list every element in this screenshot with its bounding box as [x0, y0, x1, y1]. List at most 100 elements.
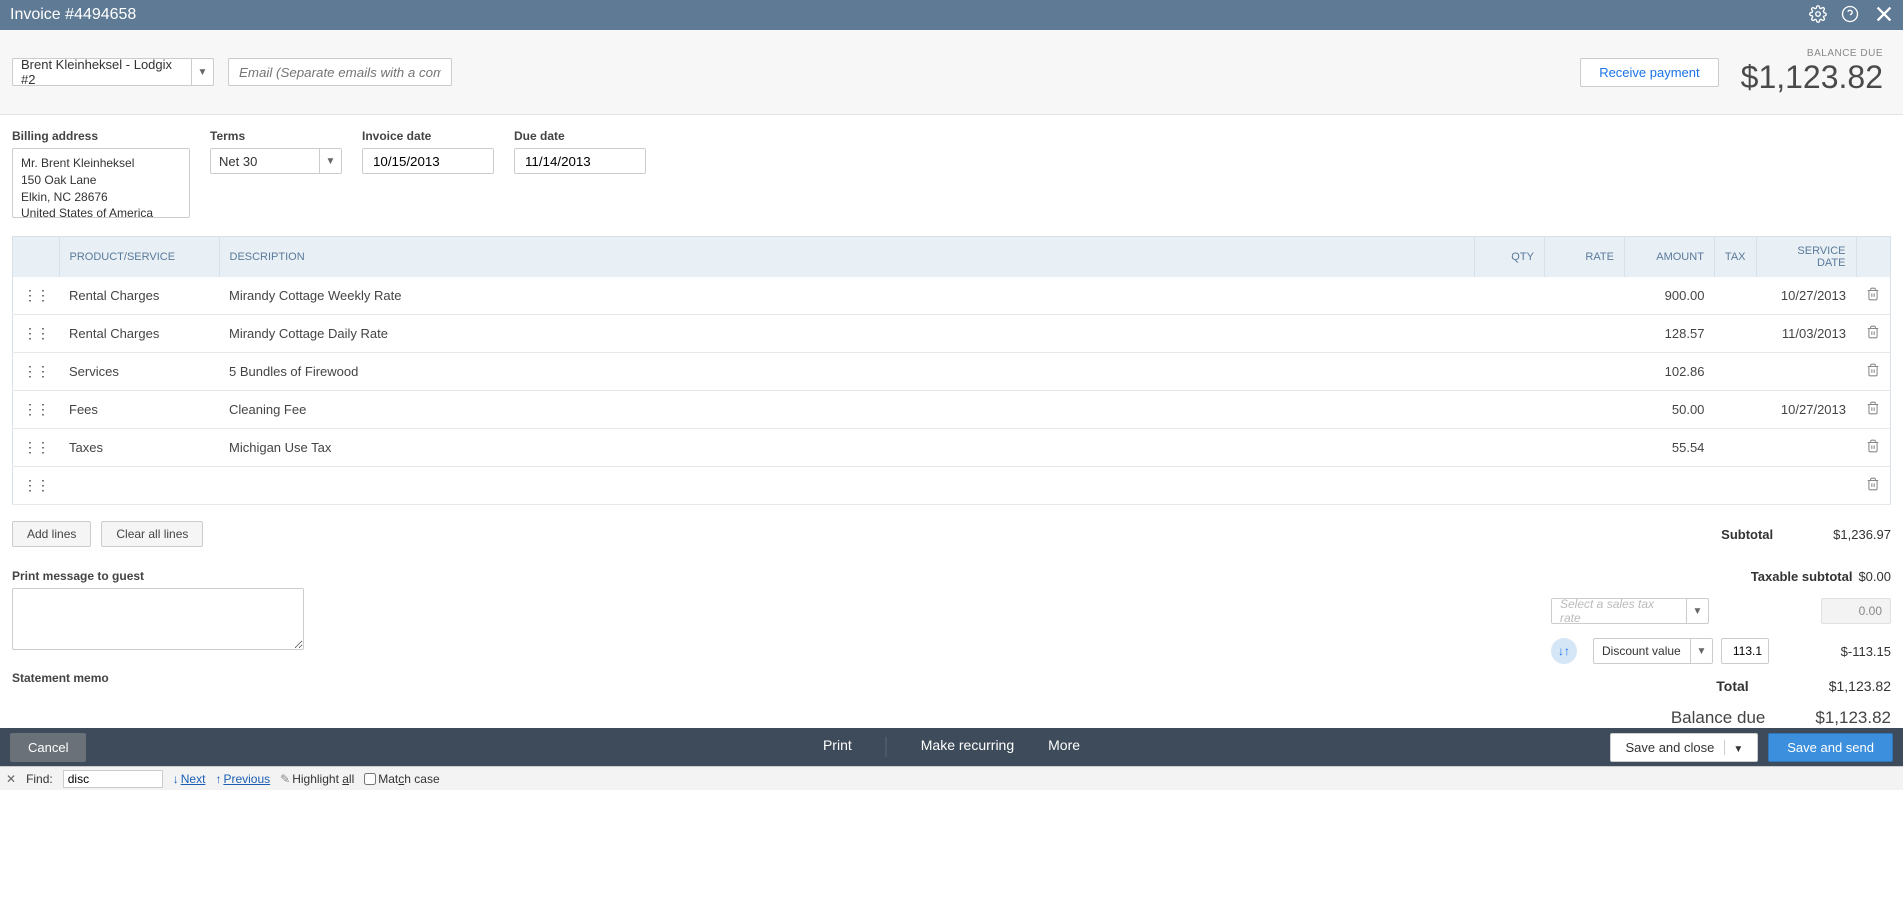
swap-icon[interactable]: ↓↑	[1551, 638, 1577, 664]
discount-input[interactable]	[1721, 638, 1769, 664]
receive-payment-button[interactable]: Receive payment	[1580, 58, 1718, 87]
line-amount[interactable]: 128.57	[1624, 315, 1714, 353]
line-product[interactable]: Rental Charges	[59, 315, 219, 353]
customer-select[interactable]: Brent Kleinheksel - Lodgix #2 ▼	[12, 58, 214, 86]
line-service-date[interactable]	[1756, 429, 1856, 467]
line-rate[interactable]	[1544, 277, 1624, 315]
drag-handle-icon[interactable]: ⋮⋮	[13, 315, 60, 353]
line-service-date[interactable]: 10/27/2013	[1756, 391, 1856, 429]
drag-handle-icon[interactable]: ⋮⋮	[13, 467, 60, 505]
table-actions-row: Add lines Clear all lines Subtotal $1,23…	[12, 521, 1891, 547]
chevron-down-icon[interactable]: ▼	[1724, 740, 1743, 755]
line-tax[interactable]	[1714, 277, 1756, 315]
chevron-down-icon[interactable]: ▼	[1686, 599, 1708, 623]
line-product[interactable]: Rental Charges	[59, 277, 219, 315]
line-amount[interactable]: 102.86	[1624, 353, 1714, 391]
line-rate[interactable]	[1544, 315, 1624, 353]
due-date-field[interactable]	[514, 148, 646, 174]
trash-icon[interactable]	[1856, 429, 1891, 467]
drag-handle-icon[interactable]: ⋮⋮	[13, 391, 60, 429]
chevron-down-icon[interactable]: ▼	[319, 149, 341, 173]
line-qty[interactable]	[1474, 429, 1544, 467]
print-message-textarea[interactable]	[12, 588, 304, 650]
save-send-button[interactable]: Save and send	[1768, 733, 1893, 762]
drag-handle-icon[interactable]: ⋮⋮	[13, 353, 60, 391]
clear-all-lines-button[interactable]: Clear all lines	[101, 521, 203, 547]
line-rate[interactable]	[1544, 353, 1624, 391]
sales-tax-select[interactable]: Select a sales tax rate ▼	[1551, 598, 1709, 624]
close-icon[interactable]	[1873, 3, 1895, 28]
drag-handle-icon[interactable]: ⋮⋮	[13, 277, 60, 315]
find-next-button[interactable]: ↓ NNextext	[173, 772, 206, 786]
line-qty[interactable]	[1474, 277, 1544, 315]
line-service-date[interactable]: 11/03/2013	[1756, 315, 1856, 353]
highlight-all-button[interactable]: ✎ Highlight all	[280, 772, 354, 786]
service-date-column-header: SERVICE DATE	[1756, 237, 1856, 278]
gear-icon[interactable]	[1809, 5, 1827, 26]
line-rate[interactable]	[1544, 467, 1624, 505]
invoice-date-field[interactable]	[362, 148, 494, 174]
table-row[interactable]: ⋮⋮ Taxes Michigan Use Tax 55.54	[13, 429, 1891, 467]
line-tax[interactable]	[1714, 315, 1756, 353]
table-row[interactable]: ⋮⋮ Rental Charges Mirandy Cottage Daily …	[13, 315, 1891, 353]
find-previous-button[interactable]: ↑ Previous	[215, 772, 270, 786]
line-rate[interactable]	[1544, 391, 1624, 429]
drag-handle-icon[interactable]: ⋮⋮	[13, 429, 60, 467]
line-amount[interactable]	[1624, 467, 1714, 505]
more-button[interactable]: More	[1048, 737, 1080, 757]
make-recurring-button[interactable]: Make recurring	[921, 737, 1014, 757]
chevron-down-icon[interactable]: ▼	[191, 59, 213, 85]
trash-icon[interactable]	[1856, 467, 1891, 505]
line-product[interactable]	[59, 467, 219, 505]
print-button[interactable]: Print	[823, 737, 852, 757]
billing-address[interactable]: Mr. Brent Kleinheksel 150 Oak Lane Elkin…	[12, 148, 190, 218]
trash-icon[interactable]	[1856, 277, 1891, 315]
line-product[interactable]: Taxes	[59, 429, 219, 467]
line-qty[interactable]	[1474, 467, 1544, 505]
trash-icon[interactable]	[1856, 353, 1891, 391]
chevron-down-icon[interactable]: ▼	[1690, 639, 1712, 663]
cancel-button[interactable]: Cancel	[10, 733, 86, 762]
line-qty[interactable]	[1474, 315, 1544, 353]
find-input[interactable]	[63, 770, 163, 788]
line-description[interactable]	[219, 467, 1474, 505]
find-close-icon[interactable]: ✕	[6, 772, 16, 786]
sub-header-left: Brent Kleinheksel - Lodgix #2 ▼	[12, 58, 452, 86]
line-rate[interactable]	[1544, 429, 1624, 467]
table-row[interactable]: ⋮⋮ Fees Cleaning Fee 50.00 10/27/2013	[13, 391, 1891, 429]
line-description[interactable]: 5 Bundles of Firewood	[219, 353, 1474, 391]
trash-icon[interactable]	[1856, 315, 1891, 353]
line-description[interactable]: Cleaning Fee	[219, 391, 1474, 429]
line-service-date[interactable]	[1756, 353, 1856, 391]
line-service-date[interactable]	[1756, 467, 1856, 505]
help-icon[interactable]	[1841, 5, 1859, 26]
line-product[interactable]: Fees	[59, 391, 219, 429]
line-description[interactable]: Michigan Use Tax	[219, 429, 1474, 467]
line-qty[interactable]	[1474, 391, 1544, 429]
line-service-date[interactable]: 10/27/2013	[1756, 277, 1856, 315]
line-tax[interactable]	[1714, 429, 1756, 467]
email-field[interactable]	[228, 58, 452, 86]
discount-type-select[interactable]: Discount value ▼	[1593, 638, 1713, 664]
line-amount[interactable]: 50.00	[1624, 391, 1714, 429]
match-case-input[interactable]	[364, 773, 376, 785]
trash-icon[interactable]	[1856, 391, 1891, 429]
line-tax[interactable]	[1714, 391, 1756, 429]
terms-select[interactable]: Net 30 ▼	[210, 148, 342, 174]
line-description[interactable]: Mirandy Cottage Weekly Rate	[219, 277, 1474, 315]
total-row: Total $1,123.82	[1716, 678, 1891, 694]
invoice-title: Invoice #4494658	[10, 6, 136, 24]
line-product[interactable]: Services	[59, 353, 219, 391]
line-qty[interactable]	[1474, 353, 1544, 391]
save-close-button[interactable]: Save and close ▼	[1610, 733, 1758, 762]
match-case-checkbox[interactable]: Match case	[364, 772, 439, 786]
add-lines-button[interactable]: Add lines	[12, 521, 91, 547]
line-amount[interactable]: 55.54	[1624, 429, 1714, 467]
table-row[interactable]: ⋮⋮ Rental Charges Mirandy Cottage Weekly…	[13, 277, 1891, 315]
line-amount[interactable]: 900.00	[1624, 277, 1714, 315]
line-tax[interactable]	[1714, 467, 1756, 505]
table-row[interactable]: ⋮⋮ Services 5 Bundles of Firewood 102.86	[13, 353, 1891, 391]
line-description[interactable]: Mirandy Cottage Daily Rate	[219, 315, 1474, 353]
table-row[interactable]: ⋮⋮	[13, 467, 1891, 505]
line-tax[interactable]	[1714, 353, 1756, 391]
